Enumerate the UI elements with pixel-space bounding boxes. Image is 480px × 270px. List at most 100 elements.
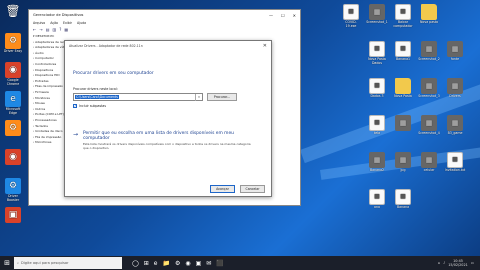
- taskbar-app-icon[interactable]: ✉: [206, 260, 211, 267]
- clock[interactable]: 10:45 15/02/2021: [448, 259, 468, 267]
- taskbar-app-icon[interactable]: ◯: [132, 260, 139, 267]
- windows-start-icon[interactable]: ⊞: [0, 256, 14, 270]
- include-subfolders-row[interactable]: ✓ Incluir subpastas: [73, 104, 106, 108]
- file-icon: ■: [395, 189, 411, 205]
- properties-icon[interactable]: ▤: [46, 27, 50, 32]
- desktop-icon-screenshot-3[interactable]: ▦ Screenshot_3: [418, 78, 440, 99]
- desktop-icon-label: Dados 3: [370, 94, 384, 98]
- forward-icon[interactable]: →: [39, 27, 42, 32]
- desktop-icon-label: Baixar computador: [393, 20, 413, 28]
- desktop-icon-label: Screenshot_1: [366, 20, 388, 24]
- desktop-icon-fonte[interactable]: ▦ fonte: [444, 41, 466, 62]
- search-placeholder: Digite aqui para pesquisar: [21, 261, 69, 265]
- close-icon[interactable]: ✕: [263, 43, 267, 49]
- desktop-icon-celular[interactable]: ▦ celular: [418, 152, 440, 173]
- option-title[interactable]: Permitir que eu escolha em uma lista de …: [83, 131, 253, 141]
- desktop-icon-label: tela: [373, 131, 381, 135]
- photo-icon: ▦: [421, 152, 437, 168]
- app-orange-icon: ⚙: [5, 120, 21, 136]
- desktop-icon-item-0[interactable]: 🗑: [2, 4, 24, 21]
- menu-exibir[interactable]: Exibir: [63, 21, 72, 25]
- menu-arquivo[interactable]: Arquivo: [33, 21, 45, 25]
- desktop-icon-driver-easy[interactable]: ⚙ Driver Easy: [2, 33, 24, 54]
- desktop-icon-baixar-computador[interactable]: ■ Baixar computador: [392, 4, 414, 28]
- desktop-icon-drivers[interactable]: ▦ Drivers: [444, 78, 466, 99]
- desktop-icon-item-5[interactable]: ◉: [2, 149, 24, 166]
- file-icon: ■: [395, 4, 411, 20]
- desktop-icon-label: Invitation.txt: [444, 168, 466, 172]
- desktop-icon-label: fonte: [450, 57, 460, 61]
- desktop-icon-banana[interactable]: ■ Banana: [392, 189, 414, 210]
- desktop-icon-ana[interactable]: ■ ana: [366, 189, 388, 210]
- desktop-icon-covid-19-exe[interactable]: ■ COVID-19.exe: [340, 4, 362, 28]
- desktop-icon-label: Banana1: [395, 57, 411, 61]
- desktop-icon-item-7[interactable]: ▣: [2, 207, 24, 224]
- monitor-icon[interactable]: ▦: [64, 27, 68, 32]
- maximize-button[interactable]: ☐: [281, 13, 285, 18]
- desktop-icon-banana1[interactable]: ■ Banana1: [392, 41, 414, 62]
- taskbar-app-icon[interactable]: ⊞: [144, 260, 149, 267]
- taskbar-app-icon[interactable]: 📁: [162, 260, 169, 267]
- desktop-icon-microsoft-edge[interactable]: e Microsoft Edge: [2, 91, 24, 115]
- menu-ajuda[interactable]: Ajuda: [77, 21, 86, 25]
- desktop-icon-label: Screenshot_4: [418, 131, 440, 135]
- path-input[interactable]: C:\Users\Carol\Documents ▾: [73, 93, 203, 101]
- desktop-icon-driver-booster[interactable]: ⚙ Driver Booster: [2, 178, 24, 202]
- dialog-titlebar[interactable]: Atualizar Drivers - Adaptador de rede 80…: [65, 41, 271, 51]
- desktop-icon-label: Drivers: [449, 94, 461, 98]
- desktop-icon-nova-pasta[interactable]: Nova pasta: [418, 4, 440, 25]
- view-icon[interactable]: ▥: [53, 27, 57, 32]
- desktop-icon-google-chrome[interactable]: ◉ Google Chrome: [2, 62, 24, 86]
- help-icon[interactable]: ?: [59, 27, 61, 32]
- taskbar-apps: ◯ ⊞ e 📁 ⚙ ◉ ▣ ✉ ⬛: [132, 260, 224, 267]
- desktop-icon-jpg[interactable]: ▦ jpg: [392, 152, 414, 173]
- taskbar-app-icon[interactable]: ▣: [196, 260, 202, 267]
- desktop-icon-banana2[interactable]: ▦ Banana2: [366, 152, 388, 173]
- desktop-icon-nova-pasta[interactable]: Nova Pasta: [392, 78, 414, 99]
- taskbar-search[interactable]: ⌕ Digite aqui para pesquisar: [14, 257, 122, 269]
- desktop-icon-item-4[interactable]: ⚙: [2, 120, 24, 137]
- file-icon: ■: [369, 115, 385, 131]
- taskbar: ⊞ ⌕ Digite aqui para pesquisar ◯ ⊞ e 📁 ⚙ ◉ ▣ ✉ ⬛…: [0, 256, 480, 270]
- desktop-icon-nova-pasta-dados[interactable]: ■ Nova Pasta Dados: [366, 41, 388, 65]
- desktop-icon-screenshot-4[interactable]: ▦ Screenshot_4: [418, 115, 440, 136]
- photo-icon: ▦: [447, 41, 463, 57]
- desktop-icon-b3-game[interactable]: ▦ B3_game: [444, 115, 466, 136]
- minimize-button[interactable]: —: [269, 13, 273, 18]
- file-icon: ■: [369, 189, 385, 205]
- desktop-icon-dados-3[interactable]: ■ Dados 3: [366, 78, 388, 99]
- app-blue-icon: ⚙: [5, 178, 21, 194]
- volume-icon[interactable]: ♪: [443, 261, 445, 265]
- photo-icon: ▦: [369, 152, 385, 168]
- next-button[interactable]: Avançar: [210, 185, 235, 193]
- window-title: Gerenciador de Dispositivos: [33, 13, 84, 17]
- taskbar-app-icon[interactable]: ⬛: [216, 260, 223, 267]
- app-blue-icon: e: [5, 91, 21, 107]
- desktop-icon-invitation-txt[interactable]: ■ Invitation.txt: [444, 152, 466, 173]
- back-icon[interactable]: ←: [33, 27, 36, 32]
- photo-icon: ▦: [447, 78, 463, 94]
- network-icon[interactable]: ⌂: [438, 261, 440, 265]
- cancel-button[interactable]: Cancelar: [240, 185, 265, 193]
- path-value: C:\Users\Carol\Documents: [75, 95, 119, 99]
- chevron-down-icon[interactable]: ▾: [195, 94, 202, 101]
- path-label: Procurar drivers neste local:: [73, 87, 118, 91]
- file-icon: ■: [369, 78, 385, 94]
- photo-icon: ▦: [421, 115, 437, 131]
- desktop-icon-item-13[interactable]: ▦: [392, 115, 414, 132]
- folder-icon: [421, 4, 437, 20]
- notifications-icon[interactable]: ▭: [471, 261, 474, 265]
- taskbar-app-icon[interactable]: ⚙: [175, 260, 180, 267]
- option-description: Esta lista mostrará os drivers disponíve…: [83, 142, 251, 150]
- taskbar-app-icon[interactable]: e: [154, 260, 158, 267]
- desktop-icon-label: Driver Easy: [3, 49, 23, 53]
- desktop-icon-screenshot-1[interactable]: ▦ Screenshot_1: [366, 4, 388, 25]
- desktop-icon-screenshot-2[interactable]: ▦ Screenshot_2: [418, 41, 440, 62]
- desktop-icon-tela[interactable]: ■ tela: [366, 115, 388, 136]
- include-subfolders-checkbox[interactable]: ✓: [73, 104, 77, 108]
- menu-acao[interactable]: Ação: [50, 21, 58, 25]
- browse-button[interactable]: Procurar...: [207, 93, 237, 101]
- close-button[interactable]: ✕: [293, 13, 296, 18]
- taskbar-app-icon[interactable]: ◉: [185, 260, 190, 267]
- device-manager-titlebar[interactable]: Gerenciador de Dispositivos — ☐ ✕: [29, 10, 300, 20]
